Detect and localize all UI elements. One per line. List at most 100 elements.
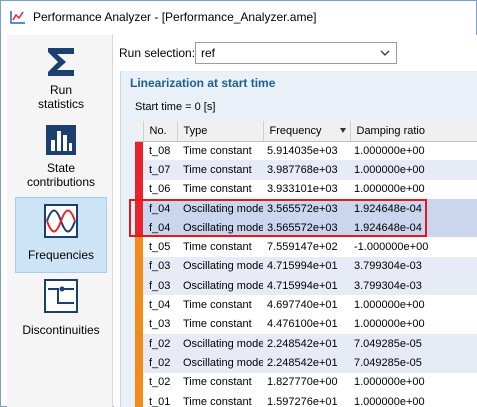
sidebar-item-discontinuities[interactable]: Discontinuities: [15, 279, 107, 339]
row-color-marker: [135, 391, 143, 407]
table-row[interactable]: t_03 Time constant 4.476100e+01 1.000000e+0…: [135, 314, 477, 334]
table-row[interactable]: t_06 Time constant 3.933101e+03 1.000000e+0…: [135, 179, 477, 199]
chart-app-icon: [10, 11, 25, 24]
sidebar-item-label: Run: [49, 83, 72, 97]
cell-type: Time constant: [177, 372, 263, 392]
row-color-marker: [135, 141, 143, 161]
title-bar: Performance Analyzer - [Performance_Anal…: [1, 1, 476, 33]
main-area: Run selection: ref Linearization at star…: [114, 35, 477, 407]
cell-no: f_02: [143, 333, 177, 354]
cell-frequency: 4.715994e+01: [263, 276, 350, 296]
bar-chart-icon: [46, 125, 76, 155]
cell-damping-ratio: 1.924648e-04: [350, 218, 477, 238]
cell-damping-ratio: 1.000000e+00: [350, 314, 477, 334]
cell-type: Time constant: [177, 314, 263, 334]
sidebar-item-label: contributions: [26, 175, 96, 189]
start-time-label: Start time = 0 [s]: [135, 101, 216, 113]
cell-frequency: 1.827770e+00: [263, 372, 350, 392]
wave-icon: [44, 204, 78, 238]
sidebar-item-state-contributions[interactable]: State contributions: [15, 123, 107, 193]
cell-damping-ratio: 7.049285e-05: [350, 353, 477, 373]
cell-damping-ratio: 1.000000e+00: [350, 141, 477, 161]
sidebar-item-frequencies[interactable]: Frequencies: [15, 197, 107, 273]
cell-no: t_05: [143, 237, 177, 257]
table-row[interactable]: f_03 Oscillating mode 4.715994e+01 3.799304…: [135, 276, 477, 296]
cell-damping-ratio: 1.924648e-04: [350, 198, 477, 219]
run-selection-dropdown[interactable]: ref: [195, 42, 397, 64]
cell-type: Oscillating mode: [177, 276, 263, 296]
cell-no: t_02: [143, 372, 177, 392]
table-row[interactable]: f_02 Oscillating mode 2.248542e+01 7.049285…: [135, 333, 477, 354]
column-header-frequency[interactable]: Frequency: [263, 121, 351, 142]
row-color-marker: [135, 160, 143, 180]
cell-type: Time constant: [177, 391, 263, 407]
row-color-marker: [135, 179, 143, 199]
cell-damping-ratio: 7.049285e-05: [350, 333, 477, 354]
cell-type: Oscillating mode: [177, 333, 263, 354]
cell-frequency: 4.697740e+01: [263, 295, 350, 315]
cell-damping-ratio: 1.000000e+00: [350, 179, 477, 199]
sidebar-item-label: Frequencies: [27, 248, 95, 262]
cell-type: Time constant: [177, 160, 263, 180]
cell-frequency: 1.597276e+01: [263, 391, 350, 407]
table-row[interactable]: t_05 Time constant 7.559147e+02 -1.000000e+…: [135, 237, 477, 257]
cell-type: Time constant: [177, 237, 263, 257]
cell-damping-ratio: 3.799304e-03: [350, 276, 477, 296]
cell-damping-ratio: 3.799304e-03: [350, 256, 477, 277]
column-header-type[interactable]: Type: [177, 121, 264, 142]
table-row[interactable]: t_08 Time constant 5.914035e+03 1.000000e+0…: [135, 141, 477, 161]
table-row[interactable]: t_02 Time constant 1.827770e+00 1.000000e+0…: [135, 372, 477, 392]
row-color-marker: [135, 372, 143, 392]
cell-damping-ratio: 1.000000e+00: [350, 391, 477, 407]
cell-frequency: 7.559147e+02: [263, 237, 350, 257]
cell-no: f_03: [143, 256, 177, 277]
cell-frequency: 2.248542e+01: [263, 333, 350, 354]
cell-type: Time constant: [177, 179, 263, 199]
sigma-icon: [48, 48, 74, 76]
row-color-marker: [135, 353, 143, 373]
cell-frequency: 3.565572e+03: [263, 218, 350, 238]
row-color-marker: [135, 237, 143, 257]
table-row[interactable]: f_03 Oscillating mode 4.715994e+01 3.799304…: [135, 256, 477, 277]
frequencies-table: No. Type Frequency Damping ratio t_08 Tim…: [135, 121, 477, 407]
row-color-marker: [135, 218, 143, 238]
cell-type: Oscillating mode: [177, 198, 263, 219]
run-selection-label: Run selection:: [119, 46, 196, 60]
discontinuity-icon: [44, 279, 78, 313]
run-selection-value: ref: [201, 46, 216, 60]
row-color-marker: [135, 314, 143, 334]
cell-damping-ratio: 1.000000e+00: [350, 372, 477, 392]
table-row[interactable]: t_04 Time constant 4.697740e+01 1.000000e+0…: [135, 295, 477, 315]
cell-no: t_03: [143, 314, 177, 334]
sidebar-item-label: Discontinuities: [22, 323, 100, 337]
table-row[interactable]: f_02 Oscillating mode 2.248542e+01 7.049285…: [135, 353, 477, 373]
column-header-no[interactable]: No.: [143, 121, 178, 142]
table-row[interactable]: t_01 Time constant 1.597276e+01 1.000000e+0…: [135, 391, 477, 407]
panel-title: Linearization at start time: [130, 76, 276, 90]
cell-type: Oscillating mode: [177, 218, 263, 238]
linearization-panel: Linearization at start time Start time =…: [120, 71, 477, 407]
cell-frequency: 4.715994e+01: [263, 256, 350, 277]
cell-frequency: 5.914035e+03: [263, 141, 350, 161]
row-color-marker: [135, 333, 143, 354]
cell-no: f_04: [143, 198, 177, 219]
cell-damping-ratio: -1.000000e+00: [350, 237, 477, 257]
cell-no: t_07: [143, 160, 177, 180]
table-row[interactable]: t_07 Time constant 3.987768e+03 1.000000e+0…: [135, 160, 477, 180]
cell-no: f_04: [143, 218, 177, 238]
sidebar-item-run-statistics[interactable]: Run statistics: [15, 45, 107, 113]
cell-frequency: 4.476100e+01: [263, 314, 350, 334]
color-column-header: [135, 121, 144, 142]
cell-no: f_02: [143, 353, 177, 373]
cell-type: Oscillating mode: [177, 353, 263, 373]
column-header-damping-ratio[interactable]: Damping ratio: [350, 121, 477, 142]
cell-type: Time constant: [177, 295, 263, 315]
table-row[interactable]: f_04 Oscillating mode 3.565572e+03 1.924648…: [135, 198, 477, 219]
row-color-marker: [135, 256, 143, 277]
cell-no: t_06: [143, 179, 177, 199]
sidebar: Run statistics State contributions Frequ…: [7, 35, 113, 407]
chevron-down-icon: [380, 50, 390, 56]
row-color-marker: [135, 276, 143, 296]
cell-frequency: 2.248542e+01: [263, 353, 350, 373]
table-row[interactable]: f_04 Oscillating mode 3.565572e+03 1.924648…: [135, 218, 477, 238]
